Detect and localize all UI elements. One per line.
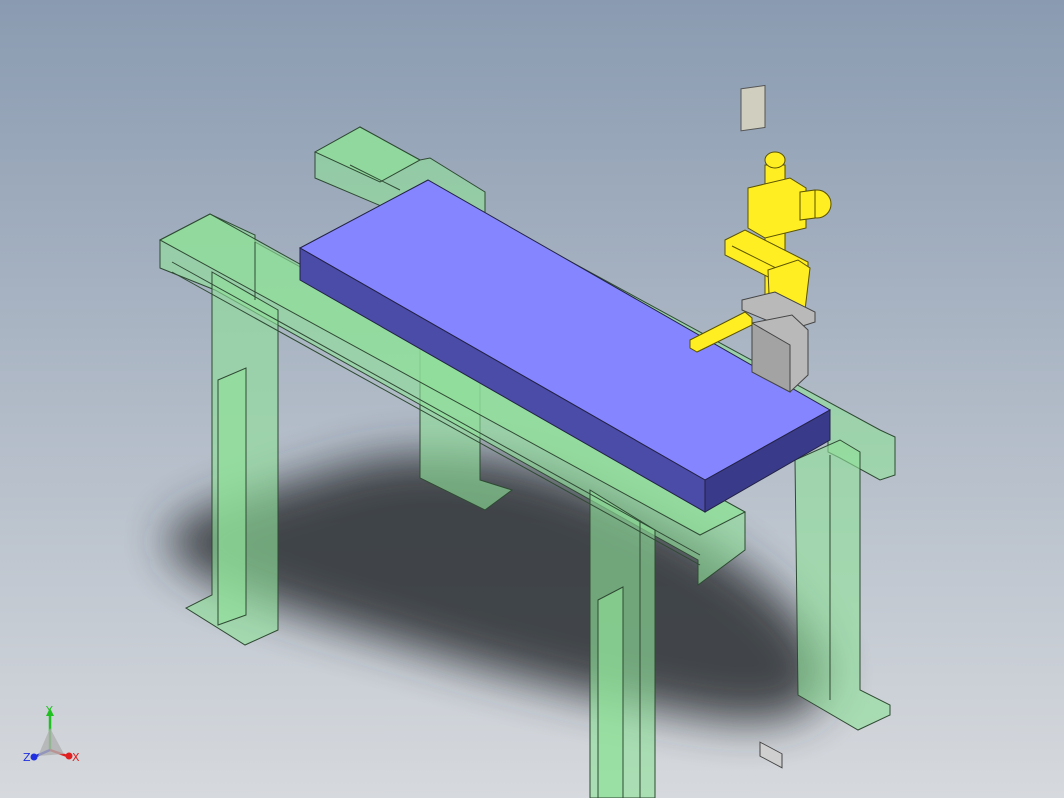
front-left-gusset: [217, 367, 247, 626]
triad-z-label: Z: [23, 751, 31, 764]
front-right-gusset: [597, 586, 624, 798]
carriage-plate: [740, 84, 766, 132]
carriage-block: [747, 177, 807, 239]
triad-y-label: Y: [45, 704, 53, 717]
column-cap: [764, 151, 786, 169]
motor-body: [799, 189, 816, 221]
triad-x-label: X: [72, 751, 80, 764]
cad-viewport[interactable]: Y X Z: [0, 0, 1064, 798]
triad-z-tip: [30, 753, 38, 761]
model-view[interactable]: Y X Z: [0, 0, 1064, 798]
